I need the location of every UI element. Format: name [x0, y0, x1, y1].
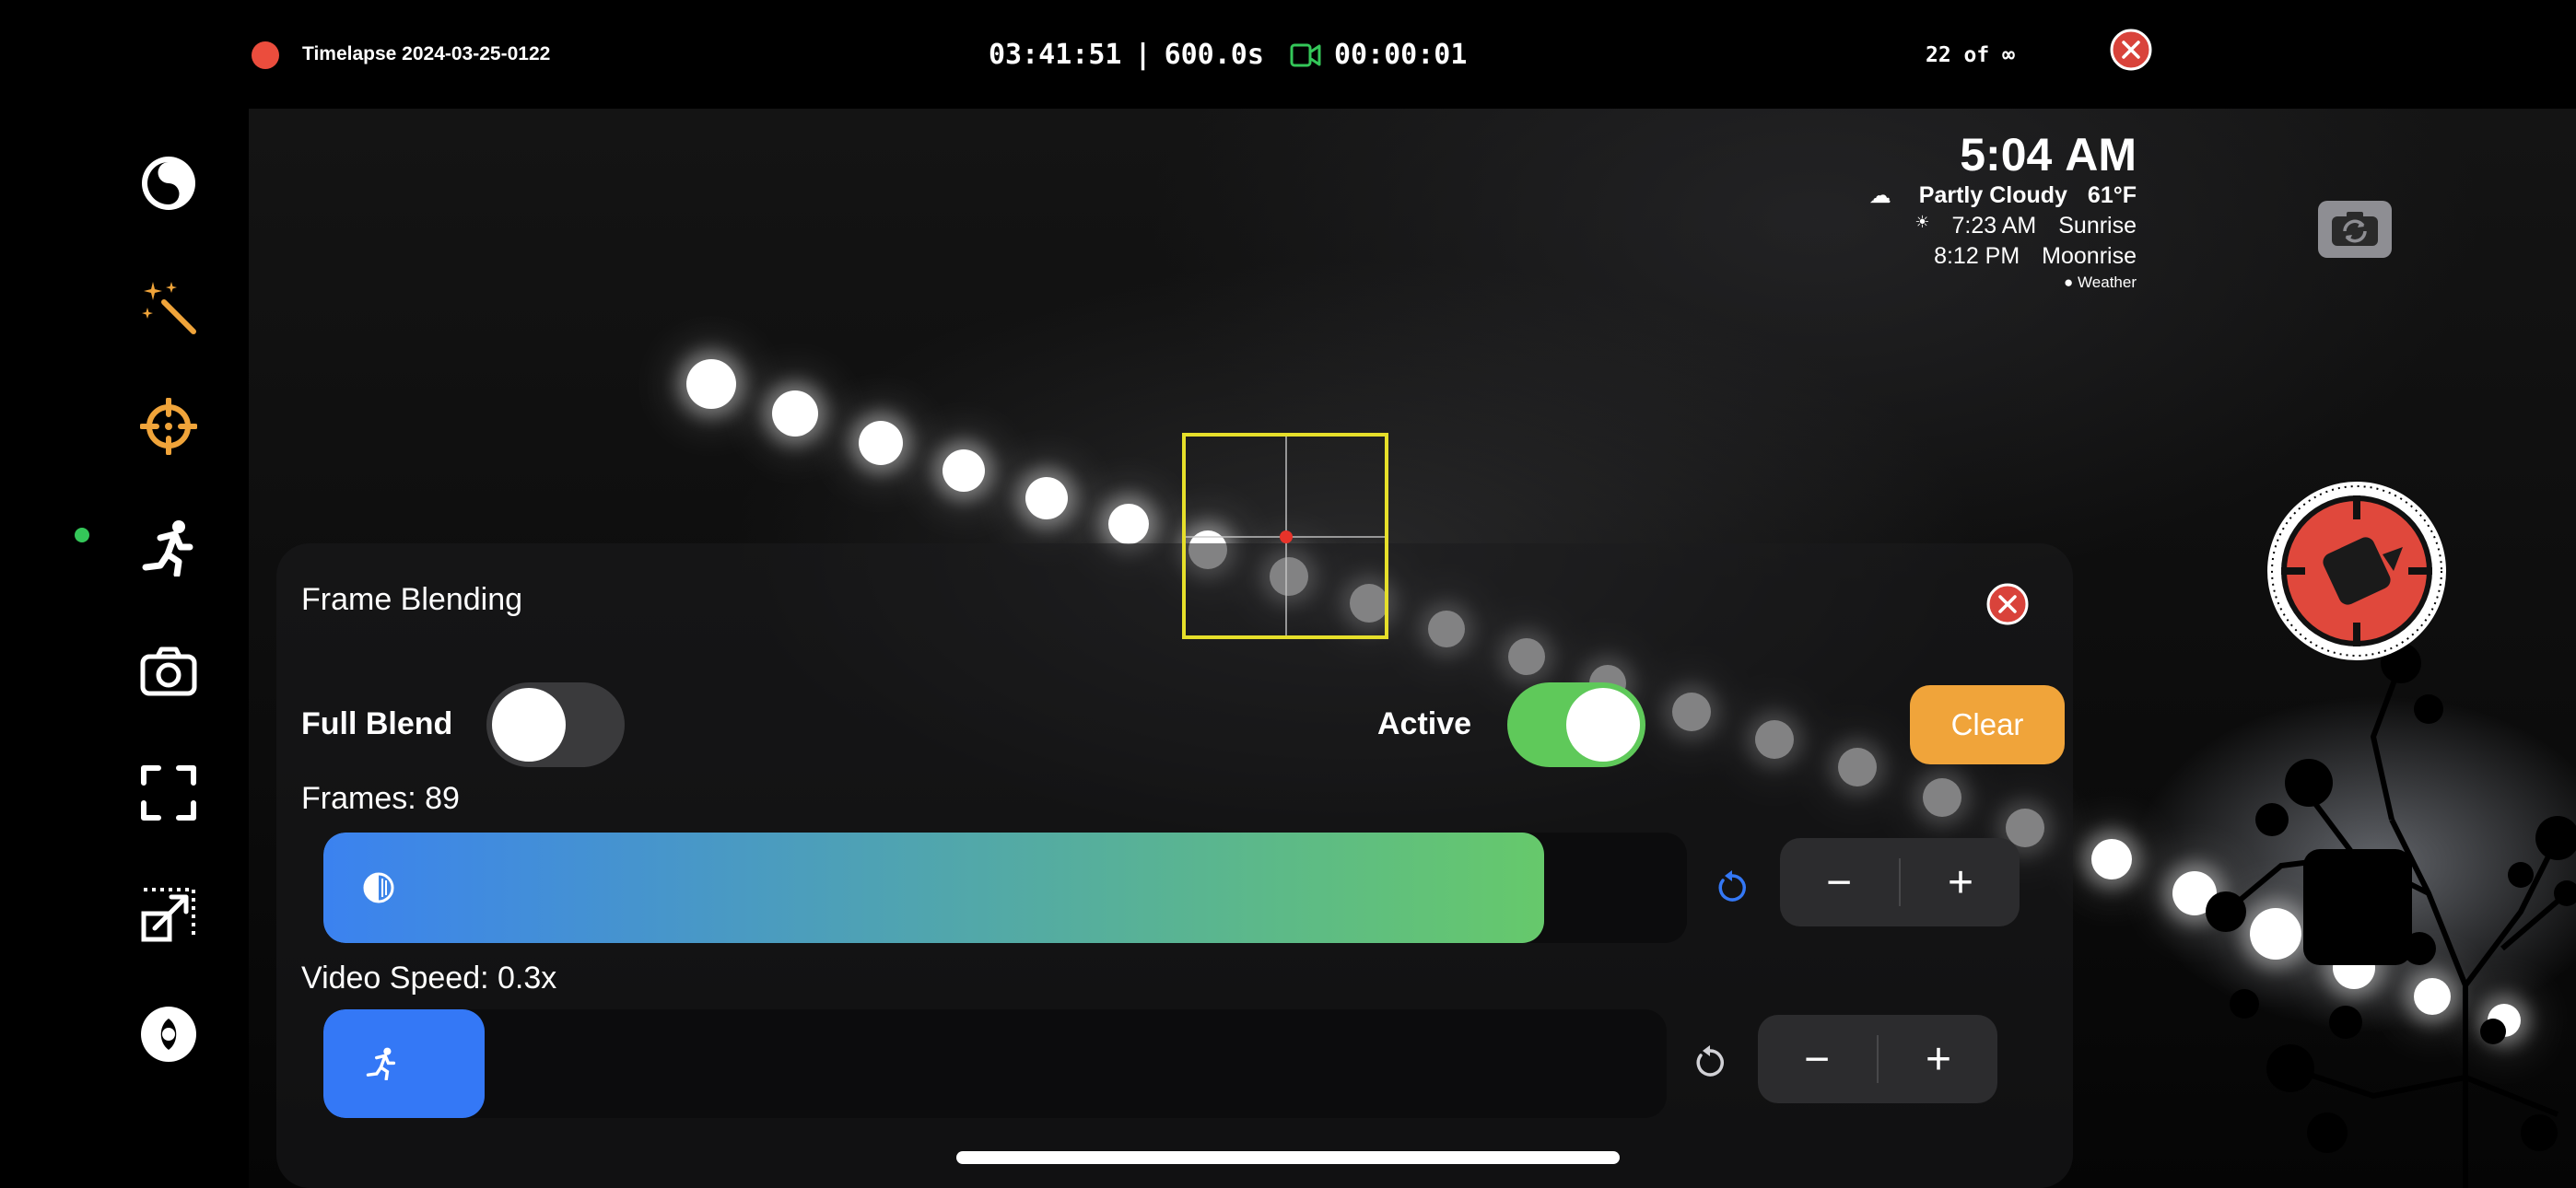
moon-trail-dot: [1108, 504, 1149, 544]
weather-attribution: ● Weather: [2064, 274, 2137, 291]
frames-slider-fill: [323, 833, 1544, 943]
panel-close-icon[interactable]: [1986, 583, 2029, 625]
sidebar-item-camera[interactable]: [136, 639, 201, 704]
frames-stepper: − +: [1780, 838, 2020, 926]
video-duration: 00:00:01: [1333, 39, 1468, 71]
elapsed-time: 03:41:51: [989, 39, 1122, 71]
frame-counter: 22 of ∞: [1926, 43, 2015, 67]
sidebar-item-resize[interactable]: [136, 882, 201, 947]
current-time: 5:04 AM: [1960, 129, 2137, 181]
moon-trail-dot: [943, 449, 985, 492]
frames-plus-button[interactable]: +: [1902, 838, 2020, 926]
sidebar-item-frame[interactable]: [136, 761, 201, 825]
capture-interval: 600.0s: [1164, 39, 1264, 71]
magic-wand-icon: [142, 282, 196, 334]
panel-title: Frame Blending: [301, 582, 523, 617]
moon-trail-dot: [2091, 839, 2132, 879]
yin-yang-icon: [142, 157, 195, 210]
resize-arrow-icon: [141, 888, 195, 942]
home-indicator[interactable]: [956, 1151, 1620, 1164]
video-speed-label: Video Speed: 0.3x: [301, 961, 557, 996]
gallery-thumbnail[interactable]: [2303, 849, 2412, 965]
speed-reset-icon[interactable]: [1690, 1042, 1730, 1083]
sunrise-icon: ☀: [1914, 213, 1930, 231]
cloud-icon: ☁: [1868, 183, 1891, 208]
close-icon[interactable]: [2109, 28, 2153, 72]
sidebar-item-motion[interactable]: [136, 516, 201, 580]
running-figure-icon: [142, 520, 193, 577]
reticle-center-dot: [1280, 530, 1293, 543]
focus-reticle[interactable]: [1182, 433, 1388, 639]
active-toggle[interactable]: [1507, 682, 1645, 767]
crosshair-icon: [140, 398, 197, 455]
record-title: Timelapse 2024-03-25-0122: [302, 43, 551, 64]
speed-stepper: − +: [1758, 1015, 1997, 1103]
blend-icon: [363, 872, 394, 903]
frame-corners-icon: [141, 765, 196, 821]
moon-trail-dot: [686, 359, 736, 409]
sidebar-item-exposure[interactable]: [136, 151, 201, 215]
flip-camera-button[interactable]: [2318, 201, 2392, 258]
weather-condition-row: ☁ Partly Cloudy 61°F: [1868, 182, 2137, 208]
status-separator: |: [1134, 39, 1152, 71]
stepper-divider: [1899, 858, 1901, 906]
clear-button-label: Clear: [1950, 707, 2024, 741]
video-camera-icon: [1290, 42, 1321, 68]
running-figure-icon: [366, 1047, 396, 1080]
toggle-knob: [492, 688, 566, 762]
active-label: Active: [1377, 706, 1472, 741]
frames-minus-button[interactable]: −: [1780, 838, 1898, 926]
active-indicator-dot: [75, 528, 89, 542]
moon-trail-dot: [1025, 477, 1068, 519]
timelapse-status: 03:41:51 | 600.0s 00:00:01: [989, 39, 1467, 71]
stepper-divider: [1877, 1035, 1879, 1083]
sidebar-item-focus[interactable]: [136, 394, 201, 459]
full-blend-toggle[interactable]: [486, 682, 625, 767]
toggle-knob: [1566, 688, 1640, 762]
video-speed-slider-fill: [323, 1009, 485, 1118]
eye-icon: [141, 1007, 196, 1062]
camera-icon: [140, 646, 197, 696]
weather-widget: 5:04 AM ☁ Partly Cloudy 61°F ☀ 7:23 AM S…: [1869, 129, 2137, 292]
video-speed-slider[interactable]: [323, 1009, 1667, 1118]
speed-minus-button[interactable]: −: [1758, 1015, 1876, 1103]
frames-reset-icon[interactable]: [1712, 868, 1752, 908]
record-button[interactable]: [2265, 479, 2449, 663]
clear-button[interactable]: Clear: [1910, 685, 2065, 764]
frames-slider[interactable]: [323, 833, 1687, 943]
camera-rotate-icon: [2332, 212, 2378, 246]
moon-trail-dot: [859, 421, 903, 465]
moon-trail-dot: [772, 390, 818, 437]
frames-label: Frames: 89: [301, 781, 460, 816]
speed-plus-button[interactable]: +: [1879, 1015, 1997, 1103]
record-indicator: [252, 41, 279, 69]
sidebar-item-effects[interactable]: [136, 274, 201, 339]
full-blend-label: Full Blend: [301, 706, 453, 741]
moonrise-row: 8:12 PM Moonrise: [1934, 243, 2137, 269]
sunrise-row: ☀ 7:23 AM Sunrise: [1914, 213, 2137, 239]
apple-logo-icon: ●: [2064, 274, 2074, 291]
sidebar-item-view[interactable]: [136, 1002, 201, 1066]
